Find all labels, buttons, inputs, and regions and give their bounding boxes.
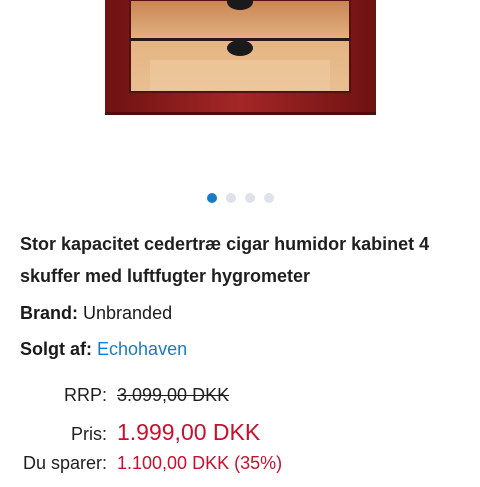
savings-label: Du sparer: [22, 453, 107, 473]
gallery-dot-active[interactable] [206, 193, 217, 203]
gallery-dot[interactable] [225, 193, 236, 203]
product-image[interactable] [0, 0, 480, 185]
price-row: Pris: 1.999,00 DKK [20, 419, 282, 453]
brand-row: Brand: Unbranded [20, 303, 172, 324]
product-title: Stor kapacitet cedertræ cigar humidor ka… [20, 234, 430, 286]
gallery-dot[interactable] [244, 193, 255, 203]
drawer-handle-icon [227, 40, 253, 56]
seller-row: Solgt af: Echohaven [20, 339, 187, 360]
gallery-pagination [0, 193, 480, 203]
seller-link[interactable]: Echohaven [97, 339, 187, 359]
brand-label: Brand: [20, 303, 78, 323]
rrp-value: 3.099,00 DKK [117, 385, 230, 405]
price-value: 1.999,00 DKK [117, 419, 261, 445]
price-block: RRP: 3.099,00 DKK Pris: 1.999,00 DKK Du … [20, 385, 282, 487]
savings-row: Du sparer: 1.100,00 DKK (35%) [20, 453, 282, 487]
gallery-dot[interactable] [263, 193, 274, 203]
rrp-label: RRP: [63, 385, 107, 405]
savings-value: 1.100,00 DKK (35%) [117, 453, 283, 473]
rrp-row: RRP: 3.099,00 DKK [20, 385, 282, 419]
seller-label: Solgt af: [20, 339, 92, 359]
brand-value: Unbranded [83, 303, 173, 323]
price-label: Pris: [71, 424, 107, 444]
